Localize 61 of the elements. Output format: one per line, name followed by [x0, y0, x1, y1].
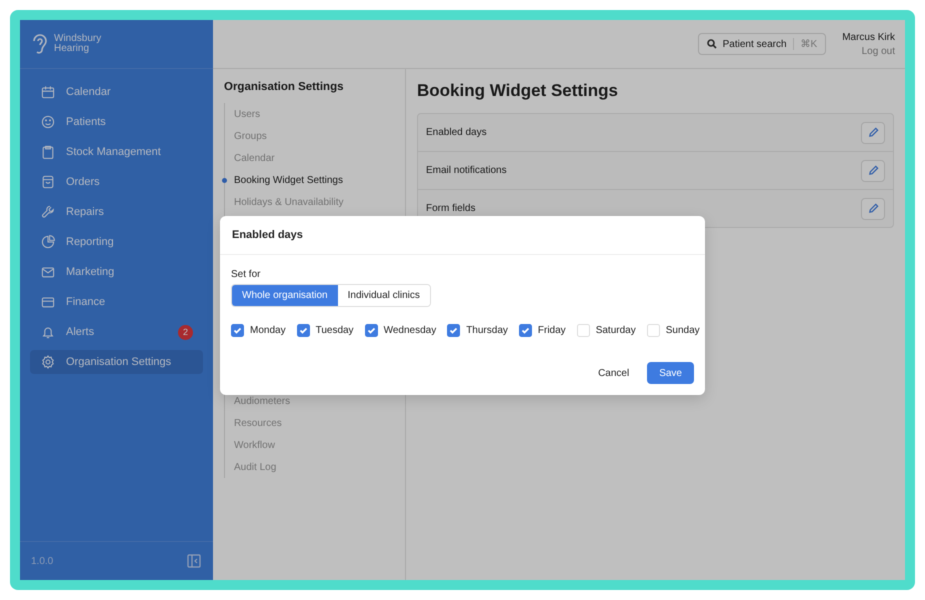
version-label: 1.0.0: [31, 556, 54, 566]
save-button[interactable]: Save: [647, 362, 694, 384]
smiley-icon: [40, 114, 56, 130]
settings-nav-item[interactable]: Groups: [225, 125, 405, 147]
checkbox-label: Wednesday: [384, 325, 436, 336]
settings-nav-item[interactable]: Resources: [225, 412, 405, 434]
cancel-button[interactable]: Cancel: [594, 364, 634, 382]
clipboard-icon: [40, 144, 56, 160]
checkbox-label: Thursday: [466, 325, 508, 336]
sidebar-item[interactable]: Finance: [30, 290, 203, 314]
settings-nav-title: Organisation Settings: [224, 81, 344, 93]
sidebar-item[interactable]: Repairs: [30, 200, 203, 224]
checkbox-label: Sunday: [666, 325, 700, 336]
count-badge: 2: [178, 324, 193, 340]
logout-link[interactable]: Log out: [862, 46, 895, 56]
settings-icon: [40, 354, 56, 370]
checkbox[interactable]: [364, 324, 378, 337]
sidebar-item[interactable]: Alerts 2: [30, 320, 203, 344]
bag-icon: [40, 174, 56, 190]
pie-chart-icon: [40, 234, 56, 250]
checkbox-label: Friday: [538, 325, 566, 336]
calendar-icon: [40, 84, 56, 100]
sidebar-item[interactable]: Stock Management: [30, 140, 203, 164]
checkbox-label: Tuesday: [316, 325, 354, 336]
checkbox-label: Monday: [250, 325, 286, 336]
pencil-icon: [868, 203, 878, 214]
settings-nav-item[interactable]: Audit Log: [225, 456, 405, 478]
search-icon: [706, 39, 717, 49]
sidebar-item[interactable]: Calendar: [30, 80, 203, 104]
brand-name: Windsbury Hearing: [54, 34, 102, 54]
edit-button[interactable]: [861, 160, 885, 182]
checkbox[interactable]: [518, 324, 532, 337]
sidebar-item[interactable]: Orders: [30, 170, 203, 194]
settings-nav-item[interactable]: Holidays & Unavailability: [225, 191, 405, 213]
field-label: Set for: [231, 269, 262, 280]
user-name: Marcus Kirk: [842, 32, 895, 42]
wrench-icon: [40, 204, 56, 220]
setting-label: Enabled days: [426, 127, 487, 138]
pencil-icon: [868, 165, 878, 176]
checkbox[interactable]: [447, 324, 460, 337]
segment-option[interactable]: Whole organisation: [232, 285, 338, 306]
sidebar-item[interactable]: Marketing: [30, 260, 203, 284]
sidebar-item[interactable]: Organisation Settings: [30, 350, 203, 374]
patient-search-button[interactable]: Patient search ⌘K: [698, 33, 826, 55]
setting-label: Form fields: [426, 203, 476, 214]
sidebar-item[interactable]: Reporting: [30, 230, 203, 254]
pencil-icon: [868, 127, 878, 138]
checkbox-label: Saturday: [596, 325, 636, 336]
checkbox[interactable]: [296, 324, 310, 337]
settings-nav-item[interactable]: Users: [225, 103, 405, 125]
dialog-title: Enabled days: [232, 229, 303, 241]
sidebar-item[interactable]: Patients: [30, 110, 203, 134]
edit-button[interactable]: [861, 122, 885, 144]
settings-nav-item[interactable]: Calendar: [225, 147, 405, 169]
collapse-icon[interactable]: [187, 554, 201, 568]
settings-nav-item[interactable]: Booking Widget Settings: [225, 169, 405, 191]
page-title: Booking Widget Settings: [417, 81, 620, 101]
setting-label: Email notifications: [426, 165, 507, 176]
edit-button[interactable]: [861, 198, 885, 220]
checkbox[interactable]: [231, 324, 244, 337]
settings-nav-item[interactable]: Workflow: [225, 434, 405, 456]
